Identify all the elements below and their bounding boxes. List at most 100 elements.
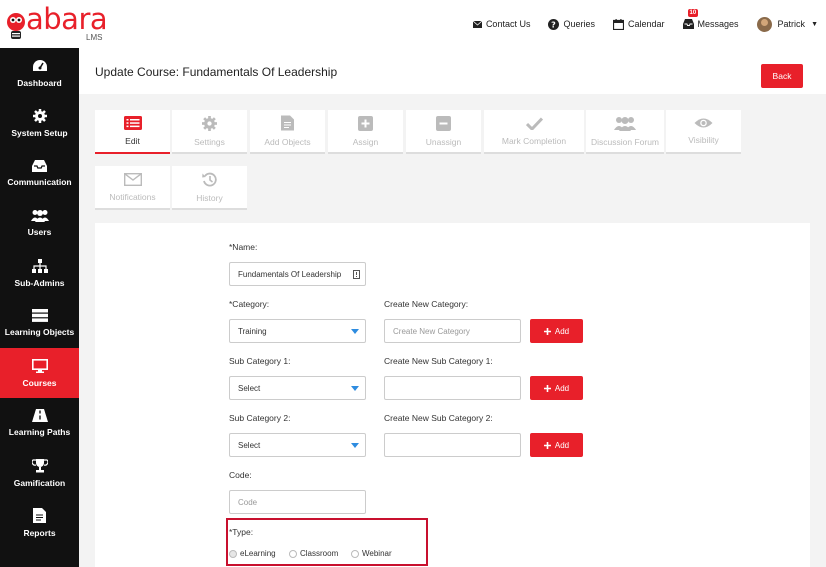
avatar bbox=[756, 16, 772, 32]
type-radio-classroom[interactable]: Classroom bbox=[289, 549, 338, 558]
new-sub-category-1-input[interactable] bbox=[384, 376, 521, 400]
name-value: Fundamentals Of Leadership bbox=[238, 269, 342, 279]
sub-category-2-select[interactable]: Select bbox=[229, 433, 366, 457]
new-sub-category-2-input[interactable] bbox=[384, 433, 521, 457]
plus-square-icon bbox=[358, 115, 373, 131]
tab-edit[interactable]: Edit bbox=[95, 110, 170, 154]
users-icon bbox=[30, 210, 49, 222]
code-input[interactable]: Code bbox=[229, 490, 366, 514]
new-sub-category-1-label: Create New Sub Category 1: bbox=[384, 356, 493, 366]
tab-assign[interactable]: Assign bbox=[328, 110, 403, 154]
top-nav: Contact Us ? Queries Calendar 10 Message… bbox=[455, 0, 818, 48]
sidebar-item-label: Reports bbox=[23, 528, 56, 538]
dashboard-icon bbox=[32, 59, 47, 71]
tab-label: History bbox=[196, 192, 223, 203]
sub-category-1-value: Select bbox=[238, 383, 261, 393]
tab-unassign[interactable]: Unassign bbox=[406, 110, 481, 154]
messages-label: Messages bbox=[697, 19, 739, 29]
sidebar-item-reports[interactable]: Reports bbox=[0, 498, 79, 548]
envelope-icon bbox=[472, 20, 482, 28]
sidebar-item-system-setup[interactable]: System Setup bbox=[0, 98, 79, 148]
users-icon bbox=[614, 116, 636, 131]
sidebar-item-label: Learning Paths bbox=[8, 427, 71, 437]
check-icon bbox=[525, 116, 543, 130]
list-icon bbox=[123, 116, 142, 130]
svg-text:?: ? bbox=[552, 20, 557, 29]
tab-mark-completion[interactable]: Mark Completion bbox=[484, 110, 584, 154]
history-icon bbox=[202, 172, 217, 186]
queries-link[interactable]: ? Queries bbox=[548, 18, 595, 30]
eye-icon bbox=[694, 118, 713, 128]
sidebar-item-label: Dashboard bbox=[17, 77, 62, 88]
tab-discussion-forum[interactable]: Discussion Forum bbox=[586, 110, 664, 154]
sub-category-2-label: Sub Category 2: bbox=[229, 413, 291, 423]
new-category-placeholder: Create New Category bbox=[393, 326, 470, 336]
monitor-icon bbox=[31, 358, 48, 373]
sidebar-item-courses[interactable]: Courses bbox=[0, 348, 79, 398]
sidebar-item-label: Users bbox=[27, 227, 52, 237]
category-value: Training bbox=[238, 326, 267, 336]
file-icon bbox=[281, 115, 294, 131]
category-label: *Category: bbox=[229, 299, 270, 309]
logo-sub: LMS bbox=[86, 33, 103, 42]
plus-icon bbox=[543, 327, 551, 335]
sidebar-item-dashboard[interactable]: Dashboard bbox=[0, 48, 79, 98]
abara-logo[interactable]: abara LMS bbox=[4, 2, 114, 44]
new-category-input[interactable]: Create New Category bbox=[384, 319, 521, 343]
document-icon bbox=[33, 508, 46, 523]
contact-us-link[interactable]: Contact Us bbox=[472, 19, 531, 29]
tab-label: Edit bbox=[125, 136, 140, 146]
sidebar-item-communication[interactable]: Communication bbox=[0, 148, 79, 198]
chevron-down-icon bbox=[351, 329, 359, 334]
tab-label: Discussion Forum bbox=[590, 136, 660, 147]
tab-label: Assign bbox=[352, 136, 379, 147]
code-placeholder: Code bbox=[238, 497, 258, 507]
add-label: Add bbox=[554, 326, 570, 336]
name-field[interactable]: Fundamentals Of Leadership bbox=[229, 262, 366, 286]
page-title: Update Course: Fundamentals Of Leadershi… bbox=[95, 65, 338, 79]
sidebar-item-gamification[interactable]: Gamification bbox=[0, 448, 79, 498]
contact-us-label: Contact Us bbox=[485, 19, 531, 29]
calendar-icon bbox=[612, 18, 624, 30]
sidebar-item-label: Communication bbox=[7, 176, 72, 187]
sidebar-item-learning-paths[interactable]: Learning Paths bbox=[0, 398, 79, 448]
radio-label: Webinar bbox=[362, 549, 392, 558]
main-content: Update Course: Fundamentals Of Leadershi… bbox=[79, 48, 826, 567]
edit-course-form: *Name: Fundamentals Of Leadership *Categ… bbox=[95, 223, 810, 567]
sidebar-item-sub-admins[interactable]: Sub-Admins bbox=[0, 248, 79, 298]
tab-history[interactable]: History bbox=[172, 166, 247, 210]
tab-label: Mark Completion bbox=[501, 135, 567, 146]
calendar-link[interactable]: Calendar bbox=[612, 18, 665, 30]
inbox-icon bbox=[32, 159, 47, 172]
add-category-button[interactable]: Add bbox=[530, 319, 583, 343]
queries-label: Queries bbox=[563, 19, 595, 29]
caret-down-icon: ▼ bbox=[811, 20, 818, 28]
tab-visibility[interactable]: Visibility bbox=[666, 110, 741, 154]
sidebar-item-users[interactable]: Users bbox=[0, 198, 79, 248]
add-sub-category-1-button[interactable]: Add bbox=[530, 376, 583, 400]
add-sub-category-2-button[interactable]: Add bbox=[530, 433, 583, 457]
type-radio-elearning[interactable]: eLearning bbox=[229, 549, 276, 558]
server-icon bbox=[31, 309, 48, 322]
chevron-down-icon bbox=[351, 443, 359, 448]
gear-icon bbox=[32, 108, 47, 123]
sub-category-1-select[interactable]: Select bbox=[229, 376, 366, 400]
user-menu[interactable]: Patrick ▼ bbox=[756, 16, 818, 32]
type-radio-webinar[interactable]: Webinar bbox=[351, 549, 392, 558]
sidebar-item-label: Learning Objects bbox=[4, 327, 75, 337]
sidebar-item-label: Gamification bbox=[13, 477, 66, 488]
tab-notifications[interactable]: Notifications bbox=[95, 166, 170, 210]
minus-square-icon bbox=[436, 115, 451, 131]
tab-settings[interactable]: Settings bbox=[172, 110, 247, 154]
tab-add-objects[interactable]: Add Objects bbox=[250, 110, 325, 154]
tab-label: Add Objects bbox=[264, 137, 311, 147]
envelope-icon bbox=[123, 172, 142, 186]
back-button[interactable]: Back bbox=[761, 64, 803, 88]
gear-icon bbox=[202, 115, 217, 131]
sidebar-item-learning-objects[interactable]: Learning Objects bbox=[0, 298, 79, 348]
sidebar-item-label: Sub-Admins bbox=[14, 277, 65, 288]
category-select[interactable]: Training bbox=[229, 319, 366, 343]
messages-link[interactable]: 10 Messages bbox=[682, 9, 739, 29]
tab-label: Settings bbox=[194, 136, 225, 147]
type-highlight-box bbox=[226, 518, 428, 566]
